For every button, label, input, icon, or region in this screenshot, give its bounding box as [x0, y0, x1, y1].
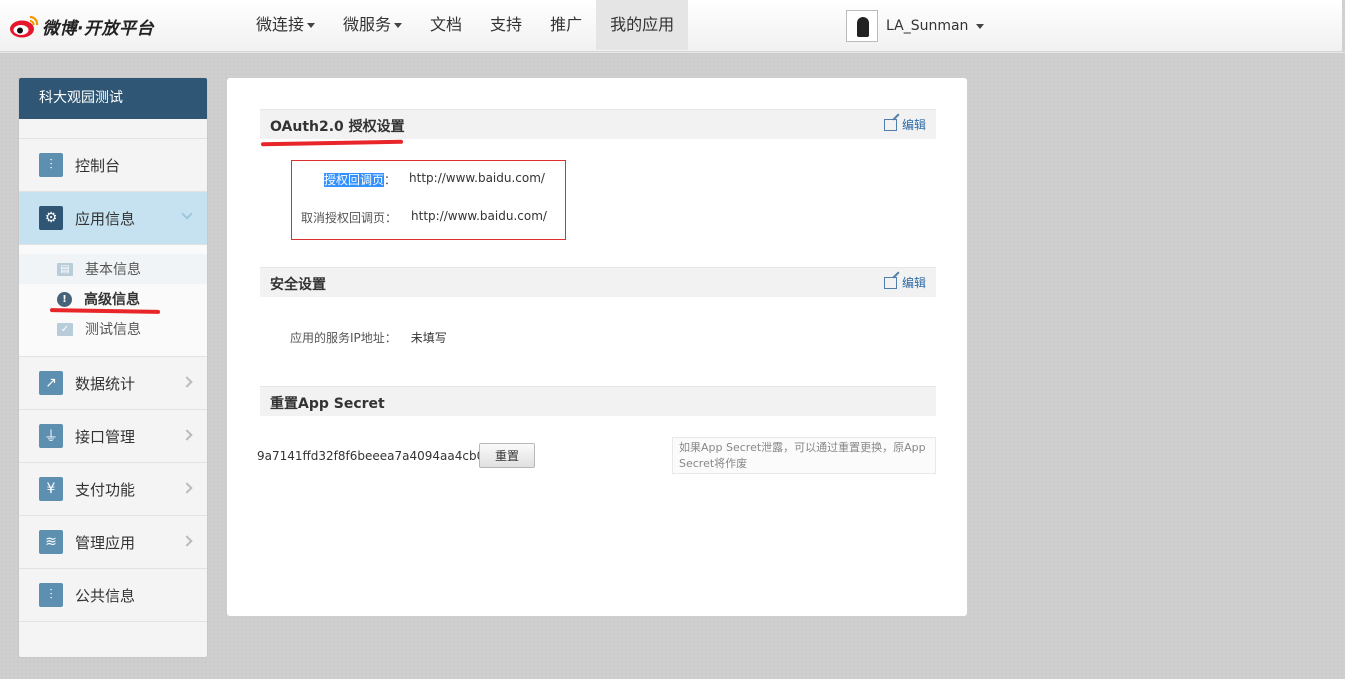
main-panel: OAuth2.0 授权设置 编辑 授权回调页： http://www.baidu… — [226, 77, 968, 617]
submenu-item-label: 高级信息 — [84, 292, 140, 308]
edit-icon — [883, 276, 897, 289]
sidebar-item-console[interactable]: ⫶ 控制台 — [19, 139, 207, 192]
weibo-logo[interactable]: 微博·开放平台 — [8, 10, 154, 42]
nav-label: 文档 — [430, 15, 463, 34]
sidebar-item-public-info[interactable]: ⫶ 公共信息 — [19, 569, 207, 622]
chevron-right-icon — [181, 482, 193, 494]
avatar — [846, 10, 878, 42]
caret-down-icon — [307, 22, 316, 28]
sidebar-item-statistics[interactable]: ↗ 数据统计 — [19, 357, 207, 410]
cancel-callback-url-row: 取消授权回调页： http://www.baidu.com/ — [301, 209, 547, 226]
nav-my-apps[interactable]: 我的应用 — [596, 0, 689, 50]
logo-text: 微博·开放平台 — [42, 18, 154, 39]
sidebar-item-label: 控制台 — [75, 156, 121, 175]
card-icon: ▤ — [57, 262, 73, 276]
sidebar-item-app-info[interactable]: ⚙ 应用信息 — [19, 192, 207, 245]
caret-down-icon — [976, 23, 985, 29]
yuan-icon: ¥ — [39, 477, 63, 501]
chevron-down-icon — [181, 208, 193, 220]
avatar-figure — [857, 17, 869, 37]
dashboard-icon: ⫶ — [39, 153, 63, 177]
sliders-icon: ⫶ — [39, 583, 63, 607]
layers-icon: ≋ — [39, 530, 63, 554]
submenu-item-test-info[interactable]: ✓ 测试信息 — [19, 314, 207, 344]
sidebar-item-manage-app[interactable]: ≋ 管理应用 — [19, 516, 207, 569]
oauth-edit-link[interactable]: 编辑 — [883, 116, 926, 133]
security-edit-link[interactable]: 编辑 — [883, 274, 926, 291]
secret-section-title: 重置App Secret — [270, 396, 385, 412]
nav-wei-lianjie[interactable]: 微连接 — [242, 0, 329, 50]
nav-docs[interactable]: 文档 — [416, 0, 476, 50]
sidebar-item-label: 数据统计 — [75, 374, 136, 393]
sidebar-spacer — [19, 119, 207, 139]
server-ip-label: 应用的服务IP地址： — [290, 331, 397, 345]
reset-secret-button[interactable]: 重置 — [479, 443, 535, 468]
nav-label: 支持 — [490, 15, 523, 34]
sidebar-item-api-management[interactable]: ⏚ 接口管理 — [19, 410, 207, 463]
nav-label: 微服务 — [343, 15, 392, 34]
callback-label: 授权回调页 — [324, 173, 385, 187]
plug-icon: ⏚ — [39, 424, 63, 448]
oauth-section-header: OAuth2.0 授权设置 编辑 — [260, 109, 936, 139]
app-secret-value: 9a7141ffd32f8f6beeea7a4094aa4cb0 — [257, 449, 485, 463]
edit-icon — [883, 118, 897, 131]
sidebar-app-name: 科大观园测试 — [19, 78, 207, 119]
callback-url-value: http://www.baidu.com/ — [409, 171, 545, 185]
secret-section-header: 重置App Secret — [260, 386, 936, 416]
nav-label: 我的应用 — [610, 15, 675, 34]
test-icon: ✓ — [57, 322, 73, 336]
alert-icon: ! — [57, 291, 72, 307]
callback-url-row: 授权回调页： http://www.baidu.com/ — [324, 171, 545, 188]
caret-down-icon — [394, 22, 403, 28]
sidebar-item-label: 公共信息 — [75, 586, 136, 605]
main-nav: 微连接 微服务 文档 支持 推广 我的应用 — [242, 0, 689, 52]
weibo-eye-icon — [10, 15, 39, 38]
user-name: LA_Sunman — [886, 18, 969, 34]
nav-label: 推广 — [550, 15, 583, 34]
edit-label: 编辑 — [901, 276, 926, 290]
callback-colon: ： — [384, 173, 397, 187]
sidebar-submenu: ▤ 基本信息 ! 高级信息 ✓ 测试信息 — [19, 245, 207, 357]
nav-wei-fuwu[interactable]: 微服务 — [329, 0, 416, 50]
sidebar-item-label: 管理应用 — [75, 533, 136, 552]
chart-icon: ↗ — [39, 371, 63, 395]
edit-label: 编辑 — [901, 118, 926, 132]
submenu-item-basic-info[interactable]: ▤ 基本信息 — [19, 254, 207, 284]
cancel-callback-label: 取消授权回调页： — [301, 211, 398, 225]
sidebar-item-payment[interactable]: ¥ 支付功能 — [19, 463, 207, 516]
nav-support[interactable]: 支持 — [476, 0, 536, 50]
reset-secret-tip: 如果App Secret泄露，可以通过重置更换，原App Secret将作废 — [672, 437, 936, 474]
sidebar-item-label: 支付功能 — [75, 480, 136, 499]
chevron-right-icon — [181, 535, 193, 547]
nav-label: 微连接 — [256, 15, 305, 34]
oauth-section-title: OAuth2.0 授权设置 — [270, 119, 405, 135]
security-section-header: 安全设置 编辑 — [260, 267, 936, 297]
cancel-callback-url-value: http://www.baidu.com/ — [411, 209, 547, 223]
top-navbar: 微博·开放平台 微连接 微服务 文档 支持 推广 我的应用 LA_Sunman — [0, 0, 1345, 52]
submenu-item-label: 测试信息 — [85, 322, 141, 338]
sidebar-item-label: 应用信息 — [75, 209, 136, 228]
callback-label-wrap: 授权回调页： — [324, 171, 396, 188]
server-ip-value: 未填写 — [410, 331, 447, 345]
chevron-right-icon — [181, 376, 193, 388]
submenu-item-label: 基本信息 — [85, 262, 141, 278]
sidebar: 科大观园测试 ⫶ 控制台 ⚙ 应用信息 ▤ 基本信息 ! 高级信息 ✓ 测试信息… — [18, 77, 208, 658]
server-ip-row: 应用的服务IP地址： 未填写 — [290, 329, 447, 346]
user-menu[interactable]: LA_Sunman — [846, 10, 985, 42]
nav-promote[interactable]: 推广 — [536, 0, 596, 50]
gear-icon: ⚙ — [39, 206, 63, 230]
annotation-underline — [260, 139, 404, 147]
sidebar-item-label: 接口管理 — [75, 427, 136, 446]
security-section-title: 安全设置 — [270, 277, 326, 293]
chevron-right-icon — [181, 429, 193, 441]
